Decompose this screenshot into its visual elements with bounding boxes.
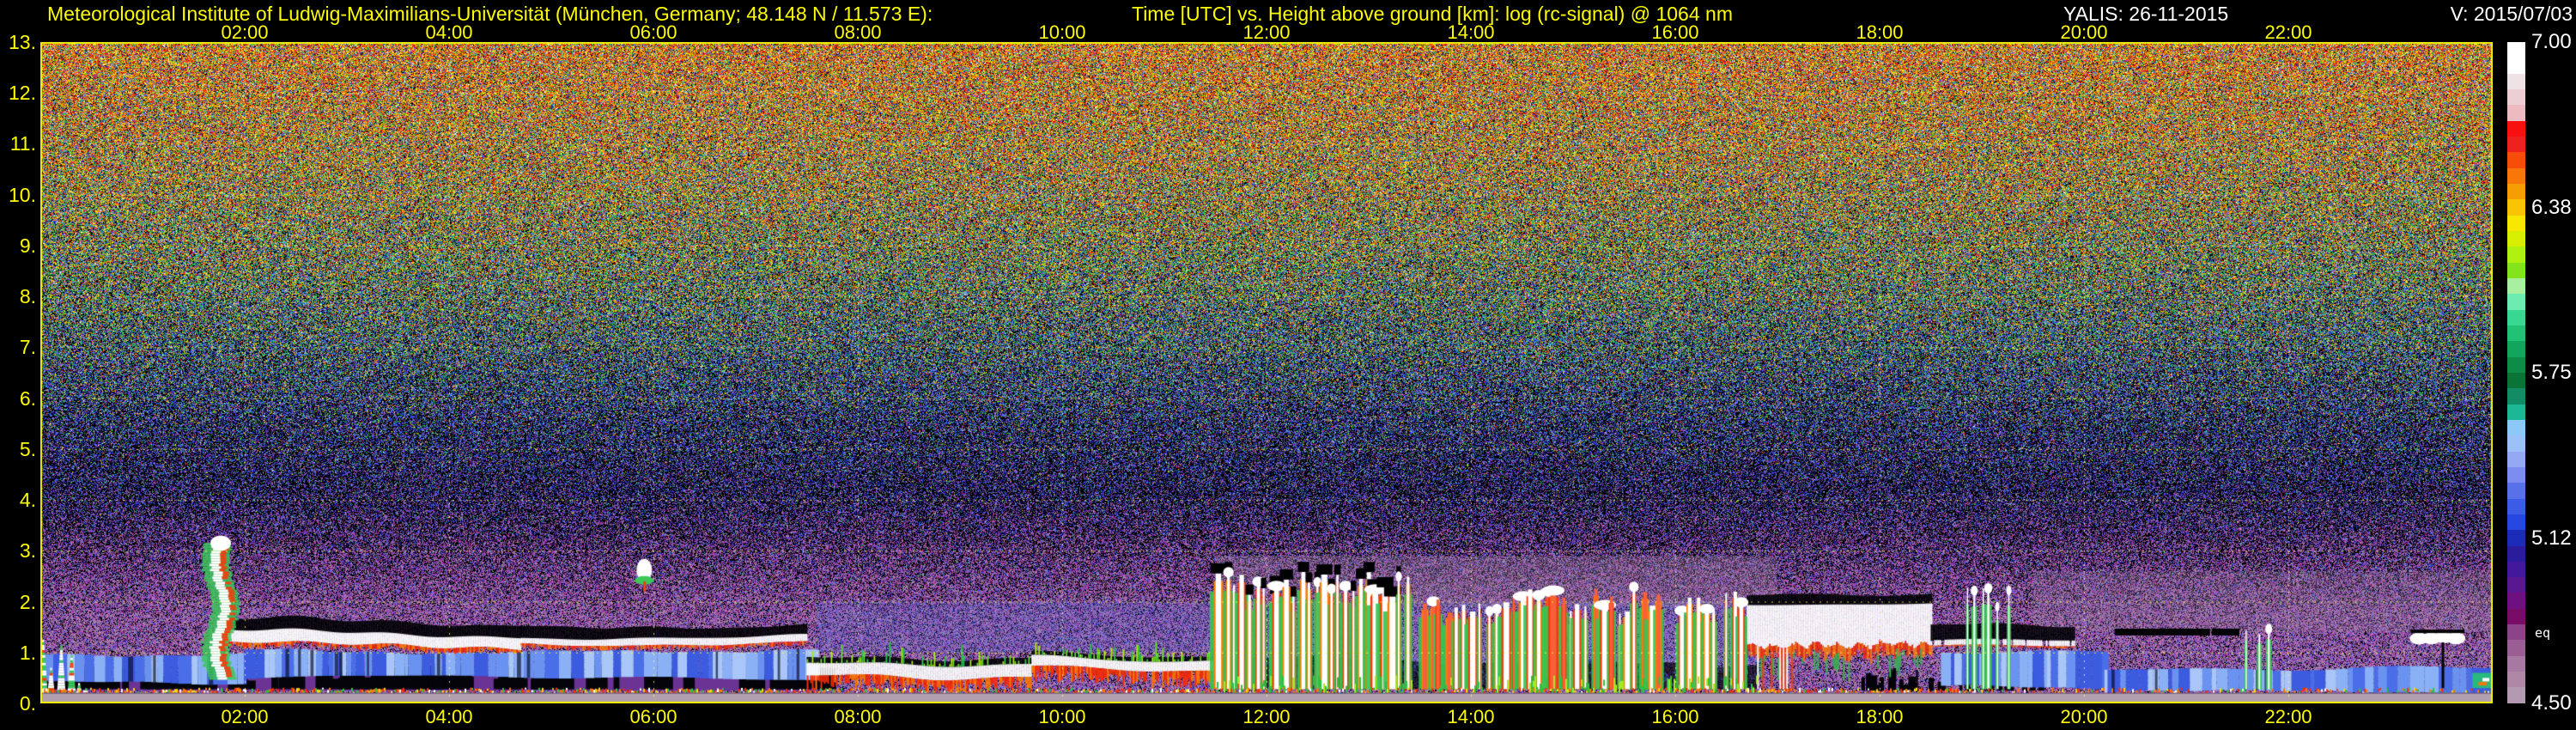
height-tick-label: 12.	[9, 82, 36, 105]
colorbar-block	[2507, 419, 2525, 436]
colorbar-tick-label: 4.50	[2531, 691, 2572, 715]
colorbar-block	[2507, 435, 2525, 452]
colorbar-tick-label: 5.12	[2531, 526, 2572, 550]
colorbar-block	[2507, 672, 2525, 688]
time-tick-label: 08:00	[834, 21, 882, 43]
colorbar-block	[2507, 404, 2525, 420]
colorbar-block	[2507, 388, 2525, 405]
time-tick-label: 16:00	[1651, 21, 1699, 43]
time-tick-label: 02:00	[221, 706, 269, 727]
time-tick-label: 04:00	[425, 706, 473, 727]
colorbar-block	[2507, 42, 2525, 58]
colorbar-block	[2507, 498, 2525, 514]
lidar-quicklook-screen: Meteorological Institute of Ludwig-Maxim…	[0, 0, 2576, 730]
colorbar-block	[2507, 372, 2525, 389]
colorbar-block	[2507, 152, 2525, 168]
colorbar-block	[2507, 246, 2525, 263]
colorbar-block	[2507, 230, 2525, 247]
colorbar-block	[2507, 309, 2525, 325]
colorbar-block	[2507, 640, 2525, 656]
height-tick-label: 2.	[19, 590, 36, 613]
time-tick-label: 18:00	[1856, 706, 1904, 727]
colorbar-block	[2507, 277, 2525, 295]
colorbar-block	[2507, 530, 2525, 546]
time-tick-label: 12:00	[1242, 706, 1291, 727]
time-tick-label: 14:00	[1447, 706, 1495, 727]
height-tick-label: 6.	[19, 386, 36, 410]
colorbar-block	[2507, 514, 2525, 531]
colorbar-block	[2507, 215, 2525, 231]
colorbar-block	[2507, 687, 2525, 703]
colorbar-eq-annotation: eq	[2535, 625, 2551, 641]
colorbar-block	[2507, 294, 2525, 310]
time-tick-label: 18:00	[1856, 21, 1904, 43]
time-tick-label: 14:00	[1447, 21, 1495, 43]
colorbar-block	[2507, 105, 2525, 121]
time-tick-label: 04:00	[425, 21, 473, 43]
colorbar-block	[2507, 88, 2525, 106]
colorbar-block	[2507, 451, 2525, 467]
colorbar-block	[2507, 561, 2525, 578]
height-tick-label: 9.	[19, 234, 36, 257]
colorbar-block	[2507, 183, 2525, 200]
colorbar-block	[2507, 341, 2525, 357]
colorbar-block	[2507, 120, 2525, 137]
version-label: V: 2015/07/03	[2450, 3, 2573, 25]
time-tick-label: 20:00	[2060, 21, 2108, 43]
colorbar-tick-label: 7.00	[2531, 30, 2572, 53]
colorbar-block	[2507, 483, 2525, 499]
colorbar	[2507, 42, 2525, 703]
height-tick-label: 1.	[19, 641, 36, 664]
institute-title: Meteorological Institute of Ludwig-Maxim…	[47, 3, 933, 25]
height-tick-label: 5.	[19, 437, 36, 460]
colorbar-tick-label: 6.38	[2531, 195, 2572, 219]
lidar-heatmap-canvas	[40, 42, 2493, 703]
height-tick-label: 11.	[9, 132, 36, 155]
time-tick-label: 08:00	[834, 706, 882, 727]
colorbar-block	[2507, 199, 2525, 216]
colorbar-block	[2507, 624, 2525, 641]
colorbar-block	[2507, 356, 2525, 373]
time-tick-label: 02:00	[221, 21, 269, 43]
colorbar-block	[2507, 167, 2525, 184]
colorbar-tick-label: 5.75	[2531, 361, 2572, 384]
time-tick-label: 22:00	[2264, 706, 2312, 727]
colorbar-block	[2507, 136, 2525, 153]
colorbar-block	[2507, 325, 2525, 342]
colorbar-block	[2507, 655, 2525, 672]
time-tick-label: 06:00	[629, 21, 677, 43]
time-tick-label: 10:00	[1038, 21, 1086, 43]
colorbar-block	[2507, 58, 2525, 74]
time-tick-label: 16:00	[1651, 706, 1699, 727]
colorbar-block	[2507, 577, 2525, 593]
height-tick-label: 3.	[19, 539, 36, 563]
colorbar-block	[2507, 545, 2525, 562]
time-tick-label: 06:00	[629, 706, 677, 727]
height-tick-label: 13.	[9, 31, 36, 53]
time-tick-label: 10:00	[1038, 706, 1086, 727]
time-tick-label: 22:00	[2264, 21, 2312, 43]
height-tick-label: 4.	[19, 489, 36, 512]
height-tick-label: 10.	[9, 183, 36, 206]
colorbar-block	[2507, 466, 2525, 484]
time-tick-label: 20:00	[2060, 706, 2108, 727]
height-tick-label: 0.	[19, 692, 36, 715]
height-tick-label: 8.	[19, 285, 36, 308]
height-tick-label: 7.	[19, 336, 36, 359]
colorbar-block	[2507, 593, 2525, 609]
colorbar-block	[2507, 262, 2525, 278]
time-tick-label: 12:00	[1242, 21, 1291, 43]
colorbar-block	[2507, 73, 2525, 89]
colorbar-block	[2507, 608, 2525, 625]
